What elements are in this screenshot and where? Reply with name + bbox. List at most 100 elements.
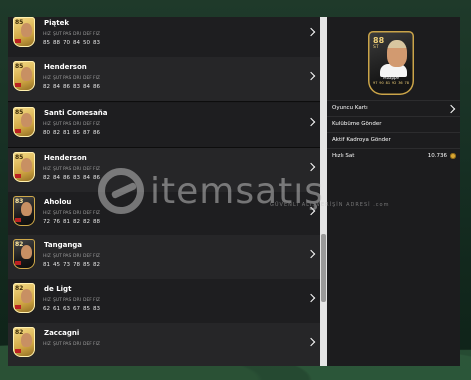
stat-value: 45	[53, 262, 60, 268]
stat-value: 84	[73, 40, 80, 46]
stat-labels: HIZ ŞUT PAS DRI DEF FIZ	[43, 32, 103, 37]
stat-labels: HIZ ŞUT PAS DRI DEF FIZ	[43, 342, 103, 347]
player-name: Tanganga	[44, 241, 83, 249]
card-position: ST	[373, 45, 379, 50]
stat-label: PAS	[63, 342, 72, 347]
stat-label: PAS	[63, 211, 72, 216]
stat-label: ŞUT	[53, 254, 62, 259]
stat-label: DRI	[73, 122, 81, 127]
stat-value: 86	[93, 130, 100, 136]
nation-flag-icon	[15, 83, 21, 87]
player-card-thumbnail: 85	[13, 107, 35, 137]
stat-label: HIZ	[43, 342, 51, 347]
stat-label: PAS	[63, 254, 72, 259]
stat-label: DRI	[73, 298, 81, 303]
stat-value: 76	[53, 219, 60, 225]
stat-label: DRI	[73, 167, 81, 172]
stat-label: PAS	[63, 167, 72, 172]
player-card-thumbnail: 82	[13, 327, 35, 357]
stat-label: FIZ	[93, 342, 100, 347]
stat-value: 82	[53, 130, 60, 136]
chevron-right-icon[interactable]	[306, 27, 316, 37]
stat-values: 62 61 63 67 85 83	[43, 306, 103, 312]
stat-label: HIZ	[43, 254, 51, 259]
chevron-right-icon[interactable]	[306, 249, 316, 259]
nation-flag-icon	[15, 261, 21, 265]
menu-send-to-active-squad[interactable]: Aktif Kadroya Gönder	[327, 132, 460, 149]
player-list: 85 Piątek HIZ ŞUT PAS DRI DEF FIZ 85 88 70 84 50 83 85…	[8, 17, 320, 366]
menu-quick-sell[interactable]: Hızlı Sat 10.736	[327, 148, 460, 165]
player-name: de Ligt	[44, 285, 72, 293]
selected-player-card: 88 ST Mbappé 97 90 81 92 36 78	[368, 31, 414, 95]
chevron-right-icon[interactable]	[306, 71, 316, 81]
player-face	[21, 202, 32, 216]
nation-flag-icon	[15, 218, 21, 222]
stat-value: 63	[63, 306, 70, 312]
player-name: Henderson	[44, 154, 87, 162]
chevron-right-icon[interactable]	[306, 337, 316, 347]
scrollbar-thumb[interactable]	[321, 234, 326, 302]
player-card-thumbnail: 82	[13, 283, 35, 313]
menu-player-card[interactable]: Oyuncu Kartı	[327, 100, 460, 117]
stat-label: ŞUT	[53, 298, 62, 303]
stat-value: 61	[53, 306, 60, 312]
chevron-right-icon[interactable]	[306, 293, 316, 303]
player-row[interactable]: 82 de Ligt HIZ ŞUT PAS DRI DEF FIZ 62 61 63 67 85 83	[8, 279, 320, 324]
stat-labels: HIZ ŞUT PAS DRI DEF FIZ	[43, 76, 103, 81]
stat-values: 81 45 73 78 85 82	[43, 262, 103, 268]
stat-values: 85 88 70 84 50 83	[43, 40, 103, 46]
nation-flag-icon	[15, 39, 21, 43]
stat-value: 85	[43, 40, 50, 46]
stat-value: 73	[63, 262, 70, 268]
coin-icon	[450, 153, 456, 159]
chevron-right-icon[interactable]	[306, 206, 316, 216]
card-player-face	[387, 40, 407, 67]
stat-value: 86	[63, 175, 70, 181]
player-row[interactable]: 85 Henderson HIZ ŞUT PAS DRI DEF FIZ 82 84 86 83 84 8…	[8, 57, 320, 102]
player-row[interactable]: 85 Henderson HIZ ŞUT PAS DRI DEF FIZ 82 84 86 83 84 8…	[8, 148, 320, 193]
player-face	[21, 333, 32, 347]
chevron-right-icon	[446, 104, 456, 114]
stat-label: DEF	[83, 254, 92, 259]
player-row[interactable]: 85 Santi Comesaña HIZ ŞUT PAS DRI DEF FIZ 80 82 81…	[8, 103, 320, 148]
stat-value: 84	[83, 175, 90, 181]
stat-label: FIZ	[93, 167, 100, 172]
chevron-right-icon[interactable]	[306, 117, 316, 127]
stat-value: 81	[63, 130, 70, 136]
stat-label: ŞUT	[53, 342, 62, 347]
stat-value: 83	[73, 175, 80, 181]
nation-flag-icon	[15, 174, 21, 178]
player-name: Piątek	[44, 19, 70, 27]
stat-value: 62	[43, 306, 50, 312]
card-stat-value: 90	[379, 81, 384, 85]
player-row[interactable]: 83 Aholou HIZ ŞUT PAS DRI DEF FIZ 72 76 81 82 82 88	[8, 192, 320, 237]
player-card-thumbnail: 83	[13, 196, 35, 226]
chevron-right-icon[interactable]	[306, 162, 316, 172]
menu-label: Hızlı Sat	[332, 153, 355, 159]
stat-values: 80 82 81 85 87 86	[43, 130, 103, 136]
stat-label: DRI	[73, 76, 81, 81]
player-face	[21, 67, 32, 81]
stat-value: 84	[53, 84, 60, 90]
player-row[interactable]: 82 Zaccagni HIZ ŞUT PAS DRI DEF FIZ	[8, 323, 320, 366]
stat-value: 80	[43, 130, 50, 136]
stat-label: FIZ	[93, 211, 100, 216]
stat-label: DEF	[83, 211, 92, 216]
player-row[interactable]: 82 Tanganga HIZ ŞUT PAS DRI DEF FIZ 81 45 73 78 85 82	[8, 235, 320, 280]
menu-send-to-club[interactable]: Kulübüme Gönder	[327, 116, 460, 133]
stat-label: HIZ	[43, 211, 51, 216]
menu-label: Oyuncu Kartı	[332, 105, 368, 111]
stat-value: 85	[83, 262, 90, 268]
stat-label: ŞUT	[53, 76, 62, 81]
stat-value: 72	[43, 219, 50, 225]
player-row[interactable]: 85 Piątek HIZ ŞUT PAS DRI DEF FIZ 85 88 70 84 50 83	[8, 17, 320, 58]
stat-value: 87	[83, 130, 90, 136]
stat-value: 50	[83, 40, 90, 46]
player-face	[21, 113, 32, 127]
stat-value: 67	[73, 306, 80, 312]
stat-label: DRI	[73, 342, 81, 347]
stat-label: HIZ	[43, 122, 51, 127]
stat-values: 72 76 81 82 82 88	[43, 219, 103, 225]
player-detail-panel: 88 ST Mbappé 97 90 81 92 36 78 Oyuncu Kartı K…	[327, 17, 460, 366]
list-scrollbar[interactable]	[320, 17, 327, 366]
